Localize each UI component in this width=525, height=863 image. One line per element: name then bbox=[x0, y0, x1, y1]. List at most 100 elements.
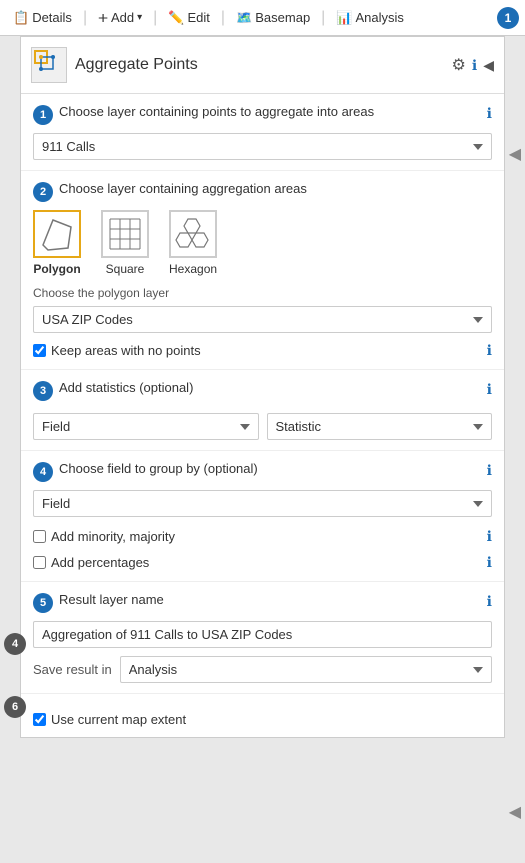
toolbar-analysis[interactable]: 📊 Analysis bbox=[329, 7, 411, 29]
step4-label-row: 4 Choose field to group by (optional) ℹ bbox=[33, 461, 492, 482]
area-type-polygon[interactable]: Polygon bbox=[33, 210, 81, 276]
save-in-label: Save result in bbox=[33, 662, 112, 677]
toolbar-edit[interactable]: ✏️ Edit bbox=[161, 7, 217, 29]
area-type-square[interactable]: Square bbox=[101, 210, 149, 276]
step2-title: Choose layer containing aggregation area… bbox=[59, 181, 492, 198]
gear-icon[interactable]: ⚙ bbox=[452, 55, 466, 75]
step3-label-row: 3 Add statistics (optional) ℹ bbox=[33, 380, 492, 401]
save-in-dropdown-wrap: Analysis bbox=[120, 656, 492, 683]
keep-areas-row: Keep areas with no points ℹ bbox=[33, 341, 492, 359]
minority-info-icon[interactable]: ℹ bbox=[487, 528, 492, 545]
panel-header: Aggregate Points ⚙ ℹ ◀ bbox=[21, 37, 504, 94]
minority-row: Add minority, majority ℹ bbox=[33, 527, 492, 545]
step2-polygon-dropdown-wrap: USA ZIP Codes bbox=[33, 306, 492, 333]
step3-dropdowns: Field Statistic bbox=[33, 409, 492, 440]
panel-header-actions: ⚙ ℹ ◀ bbox=[452, 55, 494, 75]
step4-title: Choose field to group by (optional) bbox=[59, 461, 481, 478]
step1-layer-dropdown[interactable]: 911 Calls bbox=[33, 133, 492, 160]
details-icon: 📋 bbox=[13, 10, 29, 26]
use-extent-label: Use current map extent bbox=[51, 712, 186, 727]
minority-checkbox[interactable] bbox=[33, 530, 46, 543]
percentages-label: Add percentages bbox=[51, 555, 149, 570]
percentages-row: Add percentages ℹ bbox=[33, 553, 492, 571]
step3-field-dropdown[interactable]: Field bbox=[33, 413, 259, 440]
save-row: Save result in Analysis bbox=[33, 656, 492, 683]
aggregate-points-panel: Aggregate Points ⚙ ℹ ◀ 1 Choose layer co… bbox=[20, 36, 505, 738]
add-icon: 🞤 bbox=[98, 10, 108, 26]
keep-areas-checkbox[interactable] bbox=[33, 344, 46, 357]
step3-statistic-wrap: Statistic bbox=[267, 413, 493, 440]
panel-title: Aggregate Points bbox=[75, 56, 444, 74]
step3-info-icon[interactable]: ℹ bbox=[487, 381, 492, 398]
polygon-icon-box bbox=[33, 210, 81, 258]
keep-areas-label: Keep areas with no points bbox=[51, 343, 201, 358]
step5-badge: 5 bbox=[33, 593, 53, 613]
add-dropdown-icon: ▾ bbox=[137, 12, 142, 23]
details-label: Details bbox=[32, 10, 72, 25]
square-label: Square bbox=[106, 262, 145, 276]
edit-label: Edit bbox=[188, 10, 210, 25]
panel-tool-icon bbox=[31, 47, 67, 83]
back-icon[interactable]: ◀ bbox=[483, 57, 494, 74]
area-type-group: Polygon bbox=[33, 210, 492, 276]
basemap-label: Basemap bbox=[255, 10, 310, 25]
step6-section: Use current map extent bbox=[21, 694, 504, 737]
polygon-label: Polygon bbox=[33, 262, 80, 276]
arrow-annotation-1: ◀ bbox=[509, 144, 521, 164]
step3-field-wrap: Field bbox=[33, 413, 259, 440]
toolbar-basemap[interactable]: 🗺️ Basemap bbox=[229, 7, 317, 29]
step2-badge: 2 bbox=[33, 182, 53, 202]
hexagon-label: Hexagon bbox=[169, 262, 217, 276]
keep-areas-info-icon[interactable]: ℹ bbox=[487, 342, 492, 359]
step2-polygon-dropdown[interactable]: USA ZIP Codes bbox=[33, 306, 492, 333]
sep-1: | bbox=[83, 9, 87, 27]
toolbar: 📋 Details | 🞤 Add ▾ | ✏️ Edit | 🗺️ Basem… bbox=[0, 0, 525, 36]
toolbar-add[interactable]: 🞤 Add ▾ bbox=[91, 7, 149, 29]
step4-section: 4 Choose field to group by (optional) ℹ … bbox=[21, 451, 504, 582]
toolbar-circle-badge[interactable]: 1 bbox=[497, 7, 519, 29]
arrow-annotation-5: ◀ bbox=[509, 802, 521, 822]
sep-2: | bbox=[153, 9, 157, 27]
percentages-checkbox[interactable] bbox=[33, 556, 46, 569]
use-extent-checkbox[interactable] bbox=[33, 713, 46, 726]
step3-title: Add statistics (optional) bbox=[59, 380, 481, 397]
add-label: Add bbox=[111, 10, 134, 25]
step4-badge: 4 bbox=[33, 462, 53, 482]
step3-statistic-dropdown[interactable]: Statistic bbox=[267, 413, 493, 440]
step2-label-row: 2 Choose layer containing aggregation ar… bbox=[33, 181, 492, 202]
info-icon-header[interactable]: ℹ bbox=[472, 57, 477, 74]
step5-section: 5 Result layer name ℹ Save result in Ana… bbox=[21, 582, 504, 694]
step1-info-icon[interactable]: ℹ bbox=[487, 105, 492, 122]
sep-3: | bbox=[221, 9, 225, 27]
hexagon-icon-box bbox=[169, 210, 217, 258]
outer-badge-6: 6 bbox=[4, 696, 26, 718]
percentages-info-icon[interactable]: ℹ bbox=[487, 554, 492, 571]
toolbar-details[interactable]: 📋 Details bbox=[6, 7, 79, 29]
outer-badge-4: 4 bbox=[4, 633, 26, 655]
step3-section: 3 Add statistics (optional) ℹ Field Stat… bbox=[21, 370, 504, 451]
square-icon-box bbox=[101, 210, 149, 258]
step3-badge: 3 bbox=[33, 381, 53, 401]
area-type-hexagon[interactable]: Hexagon bbox=[169, 210, 217, 276]
edit-icon: ✏️ bbox=[168, 10, 184, 26]
basemap-icon: 🗺️ bbox=[236, 10, 252, 26]
choose-polygon-prompt: Choose the polygon layer bbox=[33, 286, 492, 300]
step1-title: Choose layer containing points to aggreg… bbox=[59, 104, 481, 121]
step1-dropdown-wrap: 911 Calls bbox=[33, 133, 492, 160]
minority-label: Add minority, majority bbox=[51, 529, 175, 544]
sep-4: | bbox=[321, 9, 325, 27]
result-name-input[interactable] bbox=[33, 621, 492, 648]
step1-label-row: 1 Choose layer containing points to aggr… bbox=[33, 104, 492, 125]
save-in-dropdown[interactable]: Analysis bbox=[120, 656, 492, 683]
step4-field-dropdown[interactable]: Field bbox=[33, 490, 492, 517]
step1-badge: 1 bbox=[33, 105, 53, 125]
use-extent-row: Use current map extent bbox=[33, 712, 492, 727]
step5-label-row: 5 Result layer name ℹ bbox=[33, 592, 492, 613]
analysis-label: Analysis bbox=[356, 10, 404, 25]
analysis-icon: 📊 bbox=[336, 10, 352, 26]
step1-section: 1 Choose layer containing points to aggr… bbox=[21, 94, 504, 171]
step4-info-icon[interactable]: ℹ bbox=[487, 462, 492, 479]
step2-section: 2 Choose layer containing aggregation ar… bbox=[21, 171, 504, 370]
step5-info-icon[interactable]: ℹ bbox=[487, 593, 492, 610]
step5-title: Result layer name bbox=[59, 592, 481, 609]
